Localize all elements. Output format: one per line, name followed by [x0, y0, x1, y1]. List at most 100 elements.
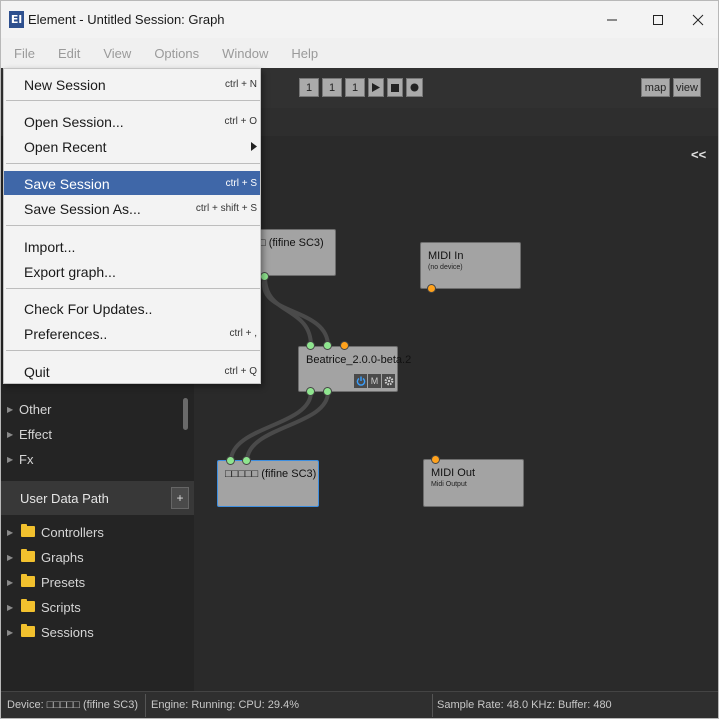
expand-arrow-icon: ▶ — [7, 404, 14, 414]
category-label: Other — [19, 401, 52, 417]
menu-separator — [6, 288, 260, 289]
gear-icon — [384, 376, 393, 386]
menu-check-updates[interactable]: Check For Updates.. — [4, 296, 260, 320]
menu-item-shortcut: ctrl + S — [225, 178, 257, 189]
menu-item-label: Export graph... — [24, 264, 116, 280]
panel-scrollbar[interactable] — [183, 398, 188, 430]
folder-icon — [21, 624, 35, 637]
device-status: Device: □□□□□ (fifine SC3) — [7, 699, 139, 711]
folder-graphs[interactable]: ▶ Graphs — [1, 546, 194, 568]
menu-item-shortcut: ctrl + N — [225, 79, 257, 90]
menu-save-session-as[interactable]: Save Session As... ctrl + shift + S — [4, 196, 260, 220]
map-button[interactable]: map — [641, 78, 670, 97]
view-button[interactable]: view — [673, 78, 701, 97]
folder-label: Scripts — [41, 599, 81, 615]
close-button[interactable] — [675, 1, 718, 38]
play-button[interactable] — [368, 78, 384, 97]
menu-item-label: New Session — [24, 77, 106, 93]
folder-presets[interactable]: ▶ Presets — [1, 571, 194, 593]
folder-icon — [21, 549, 35, 562]
midi-out-node[interactable]: MIDI Out Midi Output — [423, 459, 524, 507]
status-bar: Device: □□□□□ (fifine SC3) Engine: Runni… — [1, 691, 718, 718]
play-icon — [372, 83, 380, 92]
wire — [245, 391, 330, 462]
category-effect[interactable]: ▶ Effect — [1, 423, 194, 445]
audio-in-port[interactable] — [323, 341, 332, 350]
mute-button[interactable]: M — [368, 374, 381, 388]
menu-open-recent[interactable]: Open Recent — [4, 134, 260, 158]
node-subtitle: Midi Output — [431, 481, 467, 488]
midi-in-port[interactable] — [431, 455, 440, 464]
folder-icon — [21, 599, 35, 612]
tick-counter[interactable]: 1 — [345, 78, 365, 97]
folder-sessions[interactable]: ▶ Sessions — [1, 621, 194, 643]
maximize-icon — [653, 14, 663, 25]
menu-quit[interactable]: Quit ctrl + Q — [4, 359, 260, 383]
category-other[interactable]: ▶ Other — [1, 398, 194, 420]
expand-arrow-icon: ▶ — [7, 627, 14, 637]
audio-out-port[interactable] — [323, 387, 332, 396]
add-path-button[interactable]: + — [171, 487, 189, 509]
minimize-button[interactable] — [589, 1, 635, 38]
folder-label: Presets — [41, 574, 86, 590]
menu-window[interactable]: Window — [214, 46, 276, 61]
engine-status: Engine: Running: CPU: 29.4% — [151, 699, 299, 711]
audio-in-port[interactable] — [242, 456, 251, 465]
midi-in-node[interactable]: MIDI In (no device) — [420, 242, 521, 289]
node-title: Beatrice_2.0.0-beta.2 — [306, 354, 412, 366]
wire — [261, 276, 330, 347]
menu-item-label: Quit — [24, 364, 50, 380]
node-title: □ (fifine SC3) — [259, 237, 324, 249]
settings-button[interactable] — [382, 374, 395, 388]
audio-out-port[interactable] — [306, 387, 315, 396]
beat-counter[interactable]: 1 — [322, 78, 342, 97]
folder-scripts[interactable]: ▶ Scripts — [1, 596, 194, 618]
file-menu-dropdown: New Session ctrl + N Open Session... ctr… — [3, 68, 261, 384]
node-title: □□□□□ (fifine SC3) — [225, 468, 317, 480]
midi-in-port[interactable] — [340, 341, 349, 350]
menu-options[interactable]: Options — [146, 46, 207, 61]
menu-item-label: Preferences.. — [24, 326, 108, 342]
folder-label: Graphs — [41, 549, 84, 565]
menu-help[interactable]: Help — [283, 46, 326, 61]
user-data-path-header: User Data Path + — [1, 481, 194, 515]
record-icon — [410, 83, 419, 92]
category-fx[interactable]: ▶ Fx — [1, 448, 194, 470]
status-divider — [432, 694, 433, 717]
midi-out-port[interactable] — [427, 284, 436, 293]
status-divider — [145, 694, 146, 717]
menu-import[interactable]: Import... — [4, 234, 260, 258]
menu-edit[interactable]: Edit — [50, 46, 88, 61]
menu-item-shortcut: ctrl + , — [229, 328, 257, 339]
menu-preferences[interactable]: Preferences.. ctrl + , — [4, 321, 260, 345]
plugin-node[interactable]: Beatrice_2.0.0-beta.2 M — [298, 346, 411, 392]
node-title: MIDI Out — [431, 467, 476, 479]
menu-save-session[interactable]: Save Session ctrl + S — [4, 171, 260, 195]
menu-separator — [6, 163, 260, 164]
user-data-path-title: User Data Path — [20, 491, 109, 506]
menu-bar: File Edit View Options Window Help — [1, 38, 718, 68]
audio-in-port[interactable] — [306, 341, 315, 350]
expand-arrow-icon: ▶ — [7, 577, 14, 587]
graph-canvas[interactable]: << □ (fifine SC3) MIDI In (no device) Be… — [194, 136, 718, 691]
app-window: El Element - Untitled Session: Graph Fil… — [0, 0, 719, 719]
power-button[interactable] — [354, 374, 367, 388]
menu-new-session[interactable]: New Session ctrl + N — [4, 72, 260, 96]
bar-counter[interactable]: 1 — [299, 78, 319, 97]
expand-arrow-icon: ▶ — [7, 602, 14, 612]
menu-view[interactable]: View — [95, 46, 139, 61]
folder-controllers[interactable]: ▶ Controllers — [1, 521, 194, 543]
audio-out-port[interactable] — [260, 272, 269, 281]
audio-in-port[interactable] — [226, 456, 235, 465]
audio-output-node[interactable]: □□□□□ (fifine SC3) — [217, 460, 319, 507]
menu-item-label: Import... — [24, 239, 76, 255]
record-button[interactable] — [406, 78, 423, 97]
menu-export-graph[interactable]: Export graph... — [4, 259, 260, 283]
menu-file[interactable]: File — [6, 46, 43, 61]
menu-separator — [6, 225, 260, 226]
menu-item-shortcut: ctrl + O — [224, 116, 257, 127]
menu-item-label: Save Session — [24, 176, 110, 192]
menu-open-session[interactable]: Open Session... ctrl + O — [4, 109, 260, 133]
window-title: Element - Untitled Session: Graph — [28, 12, 225, 27]
stop-button[interactable] — [387, 78, 403, 97]
